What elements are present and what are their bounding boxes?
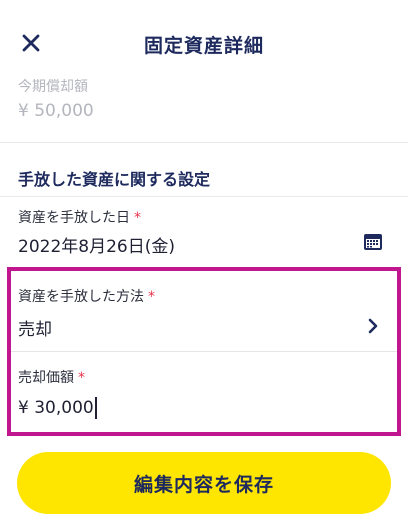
page-title: 固定資産詳細 [143, 35, 264, 57]
text-caret [94, 397, 97, 419]
required-mark: * [78, 370, 85, 386]
save-button[interactable]: 編集内容を保存 [17, 452, 391, 514]
section-divider [0, 142, 408, 143]
disposal-method-label: 資産を手放した方法 * [18, 286, 155, 306]
row-divider [11, 351, 397, 352]
calendar-icon[interactable] [363, 232, 383, 252]
disposal-date-value[interactable]: 2022年8月26日(金) [18, 232, 175, 257]
disposal-method-selector[interactable] [364, 316, 382, 336]
section-title: 手放した資産に関する設定 [18, 170, 211, 189]
disposal-date-label-text: 資産を手放した日 [18, 210, 130, 226]
disposal-date-label: 資産を手放した日 * [18, 207, 141, 227]
current-depreciation-label: 今期償却額 [18, 79, 88, 95]
required-mark: * [148, 289, 155, 305]
sale-price-value[interactable]: ¥ 30,000 [18, 398, 94, 418]
required-mark: * [134, 210, 141, 226]
header: 固定資産詳細 [0, 0, 408, 86]
calendar-button[interactable] [363, 232, 383, 252]
chevron-right-icon[interactable] [364, 316, 382, 336]
disposal-method-label-text: 資産を手放した方法 [18, 289, 144, 305]
sale-price-label-text: 売却価額 [18, 370, 74, 386]
sale-price-label: 売却価額 * [18, 367, 85, 387]
current-depreciation-value: ¥ 50,000 [18, 101, 94, 121]
sale-price-input[interactable]: ¥ 30,000 [18, 396, 97, 420]
section-rule [0, 196, 408, 197]
disposal-method-value[interactable]: 売却 [18, 315, 52, 340]
